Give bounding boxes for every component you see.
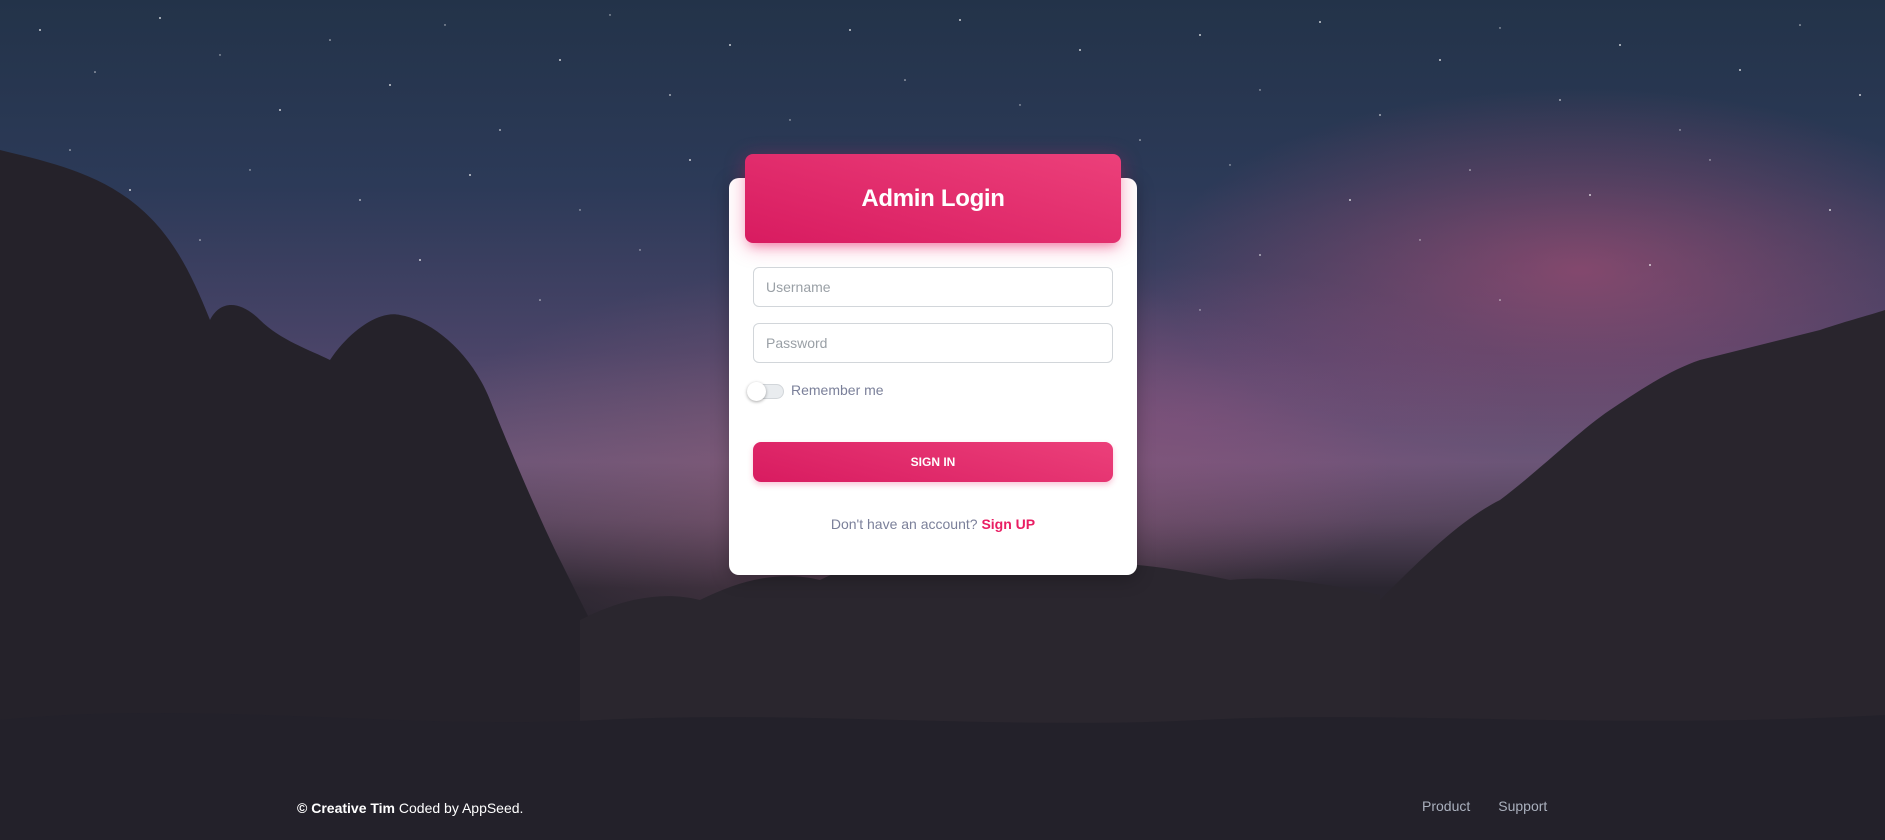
signup-line: Don't have an account? Sign UP <box>729 516 1137 532</box>
login-card-header: Admin Login <box>745 154 1121 243</box>
password-input[interactable] <box>753 323 1113 363</box>
footer-copyright: © Creative Tim Coded by AppSeed. <box>297 800 523 816</box>
sign-up-link[interactable]: Sign UP <box>981 516 1035 532</box>
remember-me-label[interactable]: Remember me <box>791 381 884 399</box>
login-title: Admin Login <box>861 184 1005 212</box>
username-input[interactable] <box>753 267 1113 307</box>
footer-link-product[interactable]: Product <box>1422 798 1470 814</box>
footer-link-support[interactable]: Support <box>1498 798 1547 814</box>
footer-links: Product Support <box>1422 798 1547 814</box>
remember-me-toggle[interactable] <box>747 382 784 401</box>
footer-brand[interactable]: Creative Tim <box>311 800 395 816</box>
sign-in-button[interactable]: SIGN IN <box>753 442 1113 482</box>
footer-coded-by: Coded by AppSeed. <box>398 800 524 816</box>
toggle-knob <box>747 382 766 401</box>
copyright-symbol: © <box>297 800 308 816</box>
signup-prompt: Don't have an account? <box>830 516 978 532</box>
